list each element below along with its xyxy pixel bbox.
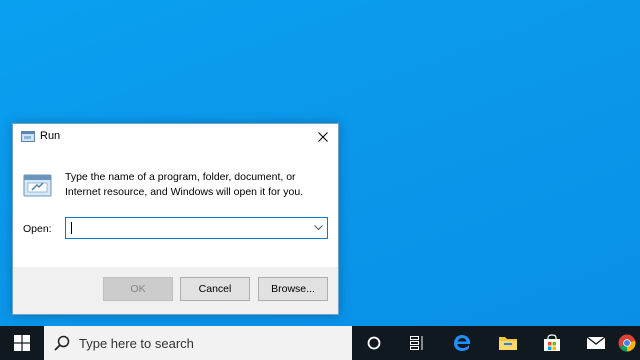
windows-start-icon xyxy=(14,335,30,351)
edge-taskbar-button[interactable] xyxy=(440,326,484,360)
edge-icon xyxy=(454,335,471,351)
browse-button[interactable]: Browse... xyxy=(258,277,328,301)
chrome-icon xyxy=(618,334,636,352)
file-explorer-taskbar-button[interactable] xyxy=(486,326,530,360)
search-icon xyxy=(54,335,70,351)
chevron-down-icon xyxy=(313,225,323,231)
dialog-description: Type the name of a program, folder, docu… xyxy=(65,171,304,198)
store-taskbar-button[interactable] xyxy=(530,326,574,360)
mail-taskbar-button[interactable] xyxy=(574,326,618,360)
run-program-icon xyxy=(23,174,52,197)
open-input[interactable] xyxy=(66,218,314,238)
title-bar[interactable]: Run xyxy=(13,124,338,150)
start-button[interactable] xyxy=(0,326,44,360)
dialog-footer: OK Cancel Browse... xyxy=(13,267,338,314)
dialog-content: Type the name of a program, folder, docu… xyxy=(13,150,338,267)
taskbar-search-box[interactable]: Type here to search xyxy=(44,326,352,360)
cancel-button[interactable]: Cancel xyxy=(180,277,250,301)
dialog-title: Run xyxy=(40,130,61,142)
open-dropdown-button[interactable] xyxy=(309,218,327,238)
open-combobox[interactable] xyxy=(65,217,328,239)
search-placeholder: Type here to search xyxy=(79,336,194,351)
task-view-icon xyxy=(410,336,423,350)
open-label: Open: xyxy=(23,223,52,235)
run-dialog: Run Type the name of a program, folder, … xyxy=(12,123,339,315)
close-icon xyxy=(318,132,328,142)
cortana-icon xyxy=(367,336,381,350)
file-explorer-icon xyxy=(499,337,517,350)
taskbar: Type here to search xyxy=(0,326,640,360)
mail-icon xyxy=(586,336,606,349)
text-caret xyxy=(71,222,72,234)
run-app-icon xyxy=(21,131,35,142)
task-view-button[interactable] xyxy=(396,326,440,360)
chrome-taskbar-button[interactable] xyxy=(618,326,640,360)
ok-button[interactable]: OK xyxy=(103,277,173,301)
store-icon xyxy=(544,334,560,351)
close-button[interactable] xyxy=(308,124,338,150)
cortana-button[interactable] xyxy=(352,326,396,360)
